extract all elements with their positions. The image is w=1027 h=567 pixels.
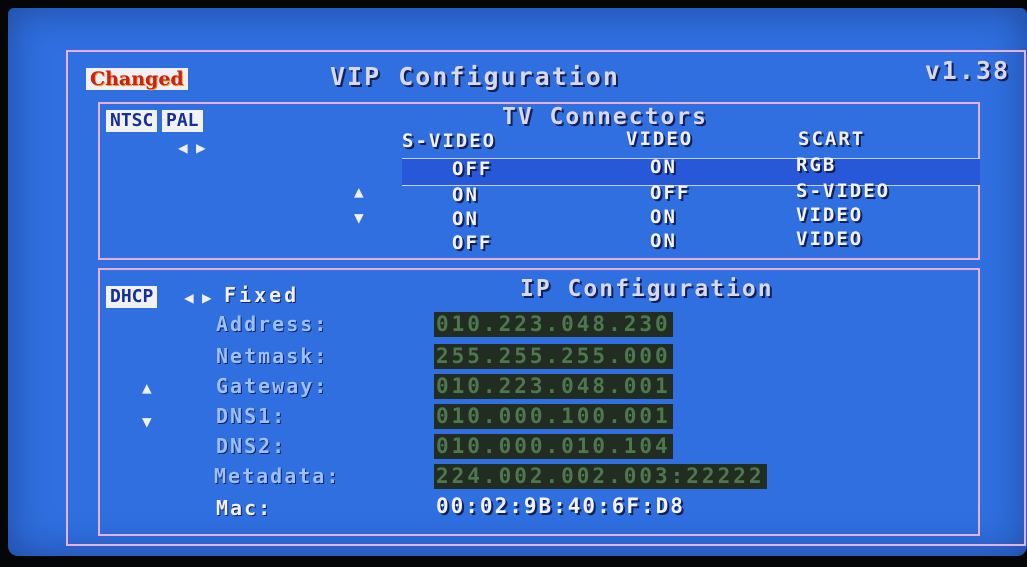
dns1-label: DNS1: xyxy=(216,404,287,428)
ip-mode-left-arrow-icon[interactable]: ◀ xyxy=(184,290,194,306)
table-cell[interactable]: ON xyxy=(650,206,677,228)
main-frame: Changed VIP Configuration v1.38 NTSC PAL… xyxy=(66,50,1026,546)
ip-configuration-panel: DHCP ◀ ▶ Fixed IP Configuration Address:… xyxy=(98,268,980,536)
mode-left-arrow-icon[interactable]: ◀ xyxy=(178,140,188,156)
mode-fixed-button[interactable]: Fixed xyxy=(224,284,299,306)
mode-pal-button[interactable]: PAL xyxy=(162,110,203,132)
table-cell[interactable]: OFF xyxy=(650,182,690,204)
ip-scroll-up-icon[interactable]: ▲ xyxy=(142,380,152,396)
gateway-label: Gateway: xyxy=(216,374,329,398)
column-header-video: VIDEO xyxy=(626,128,694,150)
tv-screen: Changed VIP Configuration v1.38 NTSC PAL… xyxy=(8,8,1027,556)
mode-dhcp-button[interactable]: DHCP xyxy=(106,286,158,308)
table-cell[interactable]: ON xyxy=(452,208,479,230)
table-cell[interactable]: ON xyxy=(452,184,479,206)
dns2-label: DNS2: xyxy=(216,434,287,458)
ip-configuration-title: IP Configuration xyxy=(520,276,774,302)
dns2-field[interactable]: 010.000.010.104 xyxy=(434,434,673,459)
title-bar: Changed VIP Configuration v1.38 xyxy=(68,52,1024,98)
page-title: VIP Configuration xyxy=(330,62,620,91)
scroll-down-icon[interactable]: ▼ xyxy=(354,210,364,226)
address-field[interactable]: 010.223.048.230 xyxy=(434,312,673,337)
mac-value: 00:02:9B:40:6F:D8 xyxy=(436,494,685,518)
table-cell[interactable]: RGB xyxy=(796,154,836,176)
changed-badge: Changed xyxy=(86,68,188,90)
table-cell[interactable]: VIDEO xyxy=(796,204,863,226)
mode-ntsc-button[interactable]: NTSC xyxy=(106,110,158,132)
table-cell[interactable]: ON xyxy=(650,156,677,178)
column-header-svideo: S-VIDEO xyxy=(402,130,497,152)
netmask-label: Netmask: xyxy=(216,344,329,368)
tv-connectors-title: TV Connectors xyxy=(502,104,709,130)
address-label: Address: xyxy=(216,312,329,336)
table-cell[interactable]: OFF xyxy=(452,232,492,254)
scroll-up-icon[interactable]: ▲ xyxy=(354,184,364,200)
table-cell[interactable]: VIDEO xyxy=(796,228,863,250)
ip-scroll-down-icon[interactable]: ▼ xyxy=(142,414,152,430)
mac-label: Mac: xyxy=(216,496,273,520)
tv-connectors-panel: NTSC PAL ◀ ▶ TV Connectors S-VIDEO VIDEO… xyxy=(98,102,980,260)
mode-right-arrow-icon[interactable]: ▶ xyxy=(196,140,206,156)
column-header-scart: SCART xyxy=(798,128,866,150)
version-label: v1.38 xyxy=(924,56,1010,85)
dns1-field[interactable]: 010.000.100.001 xyxy=(434,404,673,429)
metadata-label: Metadata: xyxy=(214,464,341,488)
netmask-field[interactable]: 255.255.255.000 xyxy=(434,344,673,369)
ip-mode-right-arrow-icon[interactable]: ▶ xyxy=(202,290,212,306)
metadata-field[interactable]: 224.002.002.003:22222 xyxy=(434,464,767,489)
table-cell[interactable]: OFF xyxy=(452,158,492,180)
table-cell[interactable]: ON xyxy=(650,230,677,252)
table-cell[interactable]: S-VIDEO xyxy=(796,180,890,202)
gateway-field[interactable]: 010.223.048.001 xyxy=(434,374,673,399)
